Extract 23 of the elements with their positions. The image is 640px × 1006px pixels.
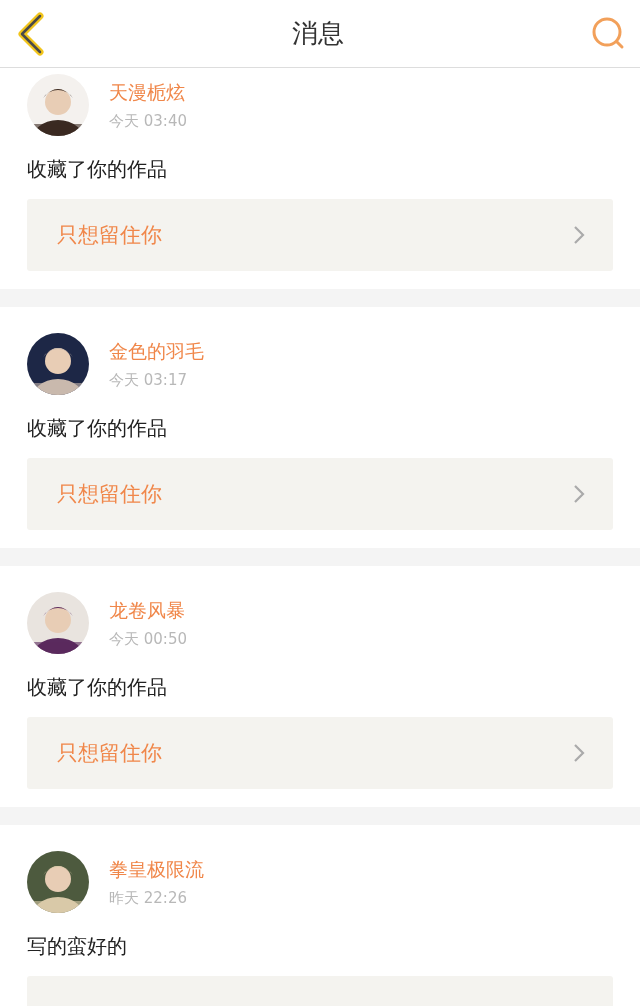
message-text: 收藏了你的作品 bbox=[27, 674, 168, 701]
work-link[interactable]: 只想留住你 bbox=[27, 199, 613, 271]
work-title: 只想留住你 bbox=[57, 222, 162, 249]
chevron-right-icon bbox=[573, 743, 585, 763]
work-link[interactable]: 只想留住你 bbox=[27, 458, 613, 530]
work-link[interactable]: 只想留住你 bbox=[27, 717, 613, 789]
user-name[interactable]: 天漫栀炫 bbox=[109, 80, 187, 106]
work-title: 只想留住你 bbox=[57, 740, 162, 767]
work-title: 只想留住你 bbox=[57, 481, 162, 508]
chevron-right-icon bbox=[573, 484, 585, 504]
back-button[interactable] bbox=[16, 11, 46, 56]
message-text: 写的蛮好的 bbox=[27, 933, 128, 960]
message-text: 收藏了你的作品 bbox=[27, 156, 168, 183]
message-time: 今天 03:17 bbox=[109, 371, 188, 390]
user-name[interactable]: 金色的羽毛 bbox=[109, 339, 204, 365]
chevron-right-icon bbox=[573, 225, 585, 245]
user-name[interactable]: 龙卷风暴 bbox=[109, 598, 187, 624]
user-name[interactable]: 拳皇极限流 bbox=[109, 857, 204, 883]
message-text: 收藏了你的作品 bbox=[27, 415, 168, 442]
message-time: 今天 03:40 bbox=[109, 112, 187, 131]
message-time: 今天 00:50 bbox=[109, 630, 187, 649]
message-time: 昨天 22:26 bbox=[109, 889, 188, 908]
page-title: 消息 bbox=[292, 17, 344, 50]
